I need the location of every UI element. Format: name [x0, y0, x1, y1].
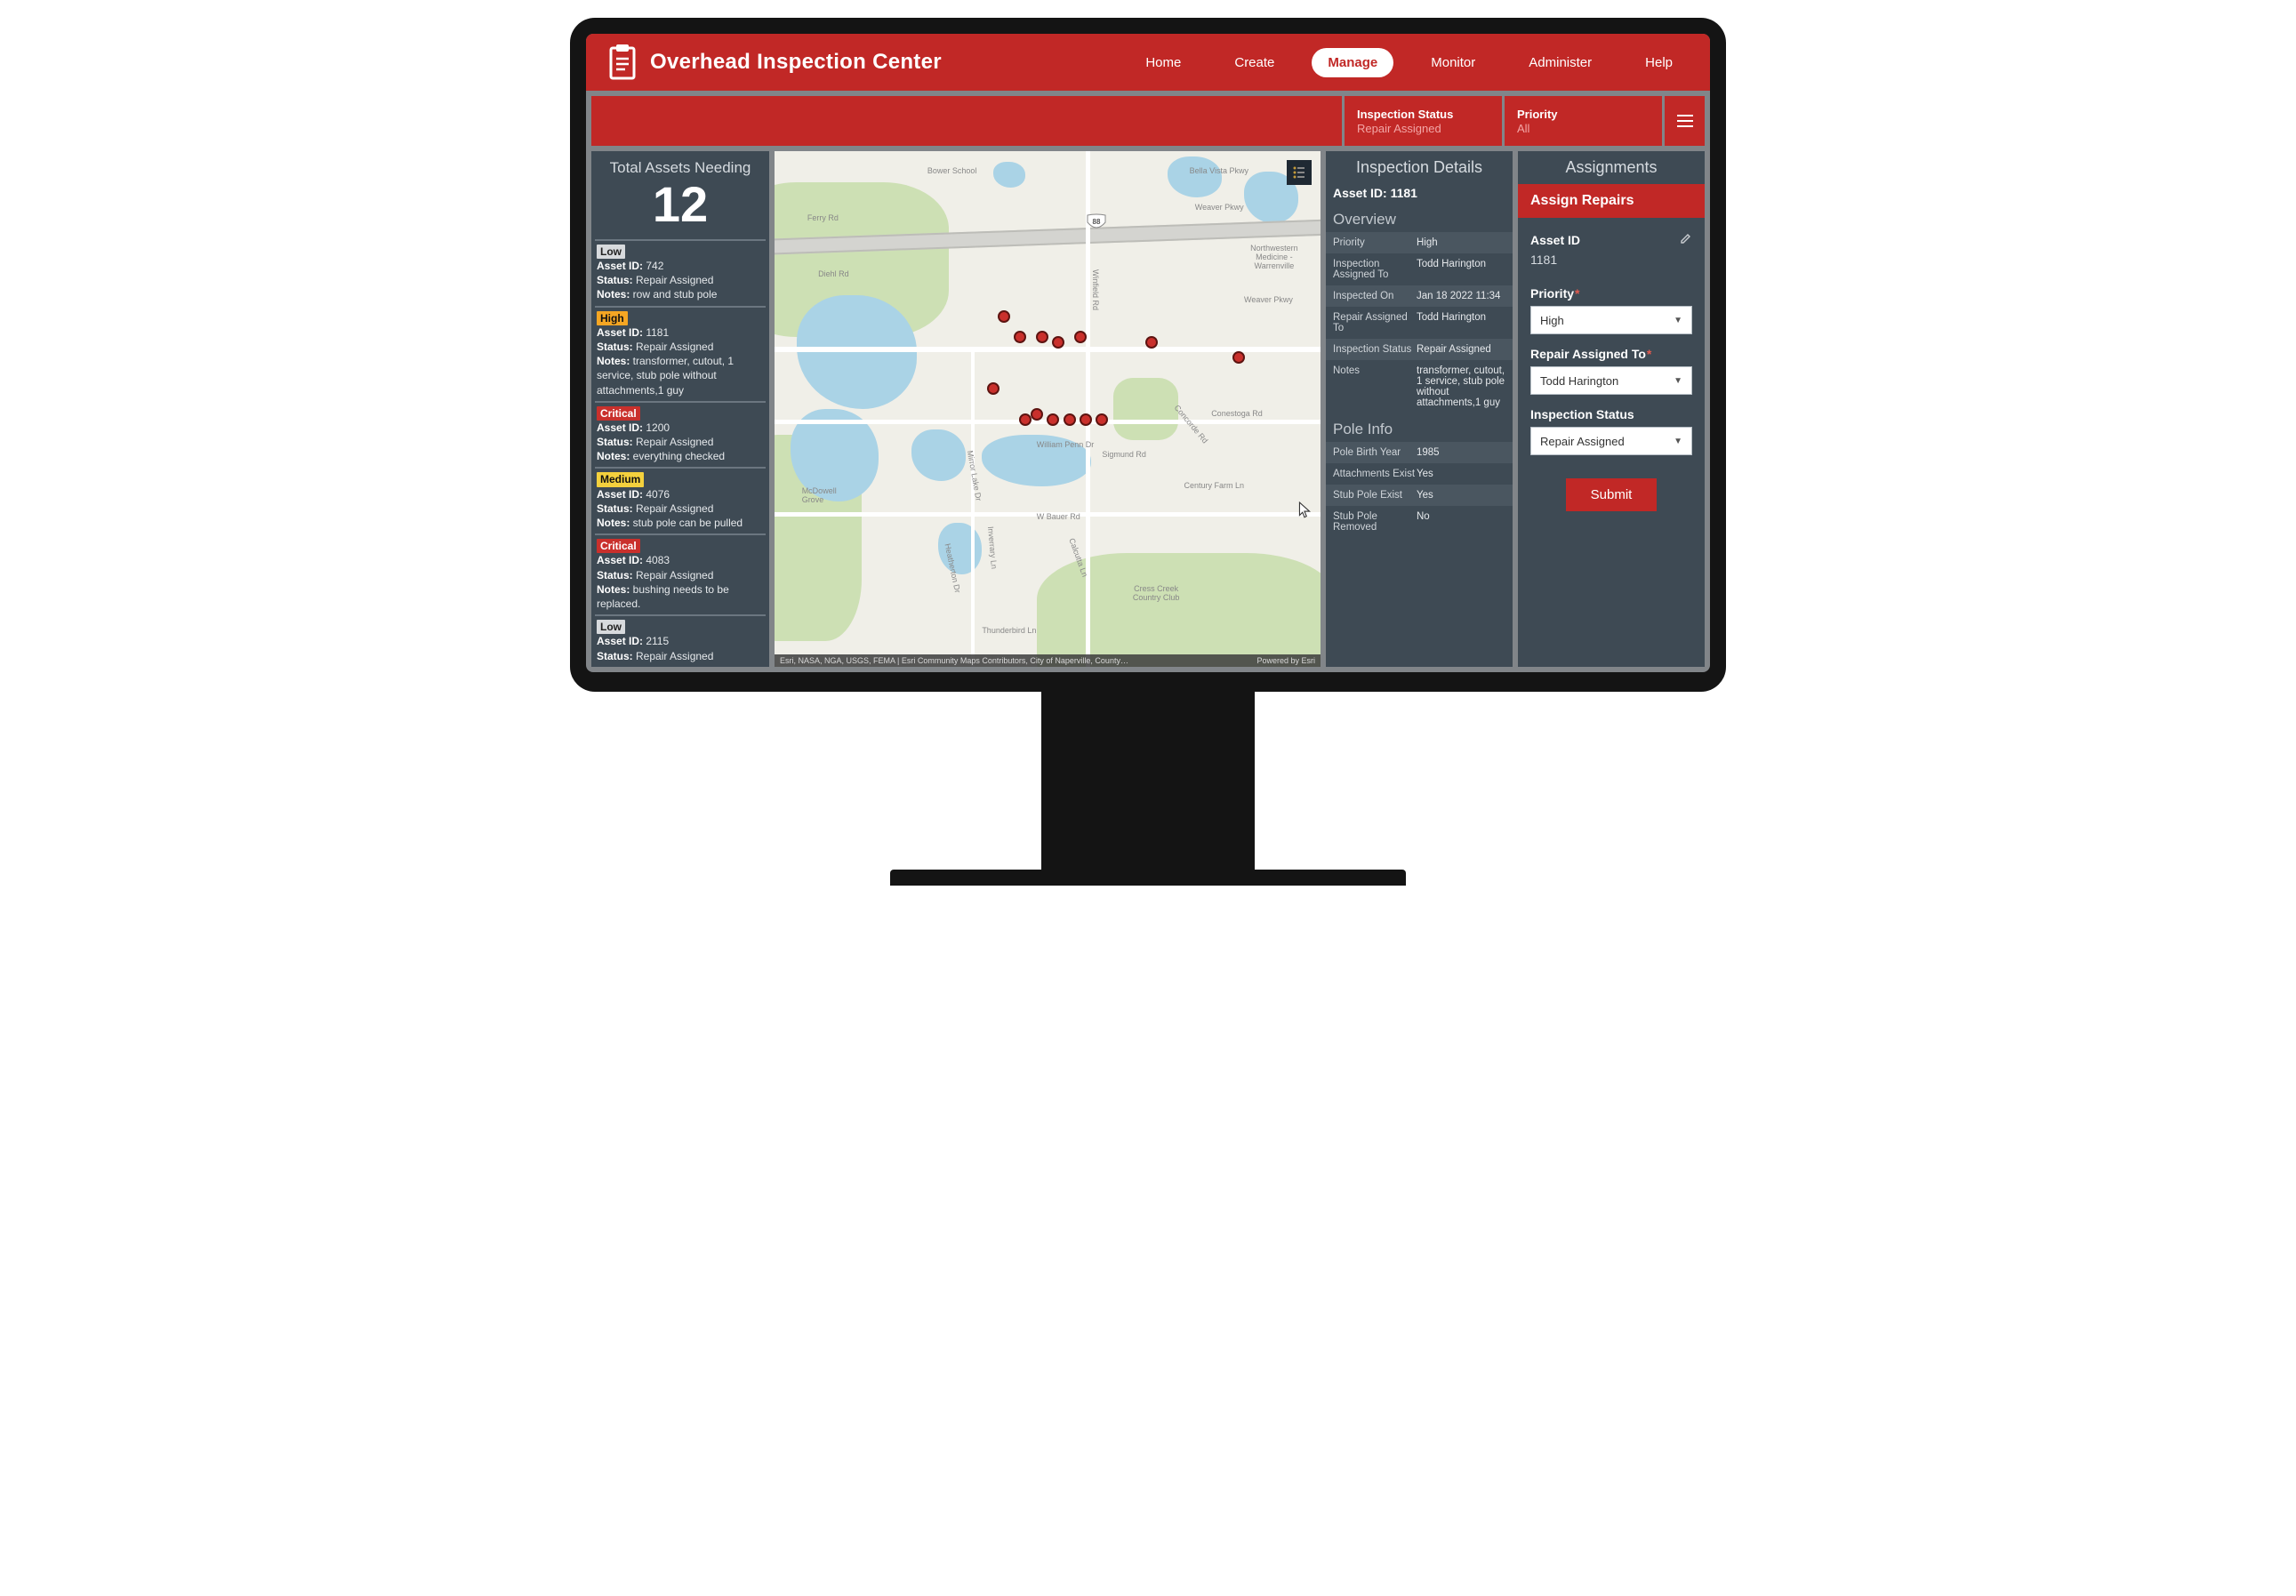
asset-item[interactable]: LowAsset ID: 2115Status: Repair Assigned — [595, 614, 766, 667]
asset-item[interactable]: CriticalAsset ID: 1200Status: Repair Ass… — [595, 401, 766, 468]
chevron-down-icon: ▼ — [1674, 376, 1682, 386]
repair-assigned-select[interactable]: Todd Harington ▼ — [1530, 366, 1692, 395]
monitor-stand-base — [890, 870, 1406, 886]
map-pin[interactable] — [998, 310, 1010, 323]
map-pin[interactable] — [1036, 331, 1048, 343]
map-pin[interactable] — [1080, 413, 1092, 426]
hamburger-icon — [1677, 115, 1693, 127]
table-row: PriorityHigh — [1326, 232, 1513, 253]
asset-id-value: 1181 — [1530, 253, 1692, 267]
required-indicator: * — [1575, 286, 1579, 301]
map-pin[interactable] — [1014, 331, 1026, 343]
nav-item-home[interactable]: Home — [1129, 48, 1197, 77]
map-pin[interactable] — [1064, 413, 1076, 426]
highway-shield: 88 — [1086, 213, 1107, 231]
details-title: Inspection Details — [1326, 151, 1513, 182]
asset-item[interactable]: CriticalAsset ID: 4083Status: Repair Ass… — [595, 533, 766, 614]
map-pin[interactable] — [1074, 331, 1087, 343]
chevron-down-icon: ▼ — [1674, 437, 1682, 446]
table-row: Notestransformer, cutout, 1 service, stu… — [1326, 360, 1513, 413]
map-pin[interactable] — [1145, 336, 1158, 349]
logo-wrap: Overhead Inspection Center — [607, 44, 942, 80]
monitor-frame: Overhead Inspection Center Home Create Man… — [570, 18, 1726, 692]
map-pin[interactable] — [987, 382, 999, 395]
priority-badge: High — [597, 311, 628, 325]
map-panel[interactable]: 88 Bower School Ferry Rd Diehl Rd Bella … — [775, 151, 1321, 667]
map-pin[interactable] — [1052, 336, 1064, 349]
priority-badge: Critical — [597, 406, 640, 421]
app-title: Overhead Inspection Center — [650, 50, 942, 75]
table-row: Stub Pole RemovedNo — [1326, 506, 1513, 538]
poleinfo-heading: Pole Info — [1326, 413, 1513, 442]
table-row: Stub Pole ExistYes — [1326, 485, 1513, 506]
repair-assigned-label-row: Repair Assigned To* — [1530, 347, 1692, 361]
list-icon — [1292, 165, 1306, 180]
chevron-down-icon: ▼ — [1674, 316, 1682, 325]
menu-button[interactable] — [1662, 96, 1705, 146]
inspection-status-select[interactable]: Repair Assigned ▼ — [1530, 427, 1692, 455]
asset-item[interactable]: MediumAsset ID: 4076Status: Repair Assig… — [595, 467, 766, 533]
required-indicator: * — [1647, 347, 1651, 361]
nav-item-manage[interactable]: Manage — [1312, 48, 1393, 77]
table-row: Inspection Assigned ToTodd Harington — [1326, 253, 1513, 285]
nav-item-help[interactable]: Help — [1629, 48, 1689, 77]
asset-id-label-row: Asset ID — [1530, 232, 1692, 247]
inspection-details-panel: Inspection Details Asset ID: 1181 Overvi… — [1326, 151, 1513, 667]
nav-group: Home Create Manage Monitor Administer Help — [1129, 48, 1689, 77]
table-row: Pole Birth Year1985 — [1326, 442, 1513, 463]
filter-value: All — [1517, 122, 1650, 135]
filter-priority[interactable]: Priority All — [1502, 96, 1662, 146]
map-legend-button[interactable] — [1287, 160, 1312, 185]
map-background: 88 Bower School Ferry Rd Diehl Rd Bella … — [775, 151, 1321, 667]
table-row: Repair Assigned ToTodd Harington — [1326, 307, 1513, 339]
table-row: Inspection StatusRepair Assigned — [1326, 339, 1513, 360]
submit-button[interactable]: Submit — [1566, 478, 1658, 511]
inspection-status-label-row: Inspection Status — [1530, 407, 1692, 421]
asset-item[interactable]: HighAsset ID: 1181Status: Repair Assigne… — [595, 306, 766, 401]
asset-item[interactable]: LowAsset ID: 742Status: Repair AssignedN… — [595, 239, 766, 306]
filter-label: Inspection Status — [1357, 108, 1489, 121]
map-attribution: Esri, NASA, NGA, USGS, FEMA | Esri Commu… — [775, 654, 1321, 667]
nav-item-create[interactable]: Create — [1218, 48, 1290, 77]
map-pin[interactable] — [1047, 413, 1059, 426]
filter-spacer — [591, 96, 1342, 146]
edit-icon[interactable] — [1680, 232, 1692, 247]
assign-repairs-header: Assign Repairs — [1518, 184, 1705, 218]
priority-badge: Low — [597, 620, 625, 634]
nav-item-administer[interactable]: Administer — [1513, 48, 1608, 77]
priority-badge: Medium — [597, 472, 644, 486]
table-row: Inspected OnJan 18 2022 11:34 — [1326, 285, 1513, 307]
filter-bar: Inspection Status Repair Assigned Priori… — [591, 96, 1705, 146]
asset-list-panel: Total Assets Needing 12 LowAsset ID: 742… — [591, 151, 769, 667]
overview-table: PriorityHighInspection Assigned ToTodd H… — [1326, 232, 1513, 413]
app-screen: Overhead Inspection Center Home Create Man… — [586, 34, 1710, 672]
poleinfo-table: Pole Birth Year1985Attachments ExistYesS… — [1326, 442, 1513, 538]
map-pin[interactable] — [1232, 351, 1245, 364]
map-pin[interactable] — [1096, 413, 1108, 426]
content-row: Total Assets Needing 12 LowAsset ID: 742… — [591, 151, 1705, 667]
assignments-title: Assignments — [1518, 151, 1705, 184]
asset-count: 12 — [591, 177, 769, 232]
asset-panel-title: Total Assets Needing — [591, 151, 769, 177]
app-header: Overhead Inspection Center Home Create Man… — [586, 34, 1710, 91]
filter-inspection-status[interactable]: Inspection Status Repair Assigned — [1342, 96, 1502, 146]
table-row: Attachments ExistYes — [1326, 463, 1513, 485]
map-pin[interactable] — [1019, 413, 1032, 426]
overview-heading: Overview — [1326, 204, 1513, 232]
asset-list[interactable]: LowAsset ID: 742Status: Repair AssignedN… — [591, 239, 769, 667]
priority-badge: Low — [597, 245, 625, 259]
nav-item-monitor[interactable]: Monitor — [1415, 48, 1491, 77]
clipboard-icon — [607, 44, 638, 80]
priority-badge: Critical — [597, 539, 640, 553]
filter-value: Repair Assigned — [1357, 122, 1489, 135]
priority-select[interactable]: High ▼ — [1530, 306, 1692, 334]
details-asset-id: Asset ID: 1181 — [1326, 182, 1513, 204]
assignments-panel: Assignments Assign Repairs Asset ID 1181… — [1518, 151, 1705, 667]
filter-label: Priority — [1517, 108, 1650, 121]
assign-form: Asset ID 1181 Priority* High ▼ Re — [1518, 218, 1705, 527]
map-pin[interactable] — [1031, 408, 1043, 421]
monitor-stand-neck — [1041, 692, 1255, 870]
priority-label-row: Priority* — [1530, 286, 1692, 301]
